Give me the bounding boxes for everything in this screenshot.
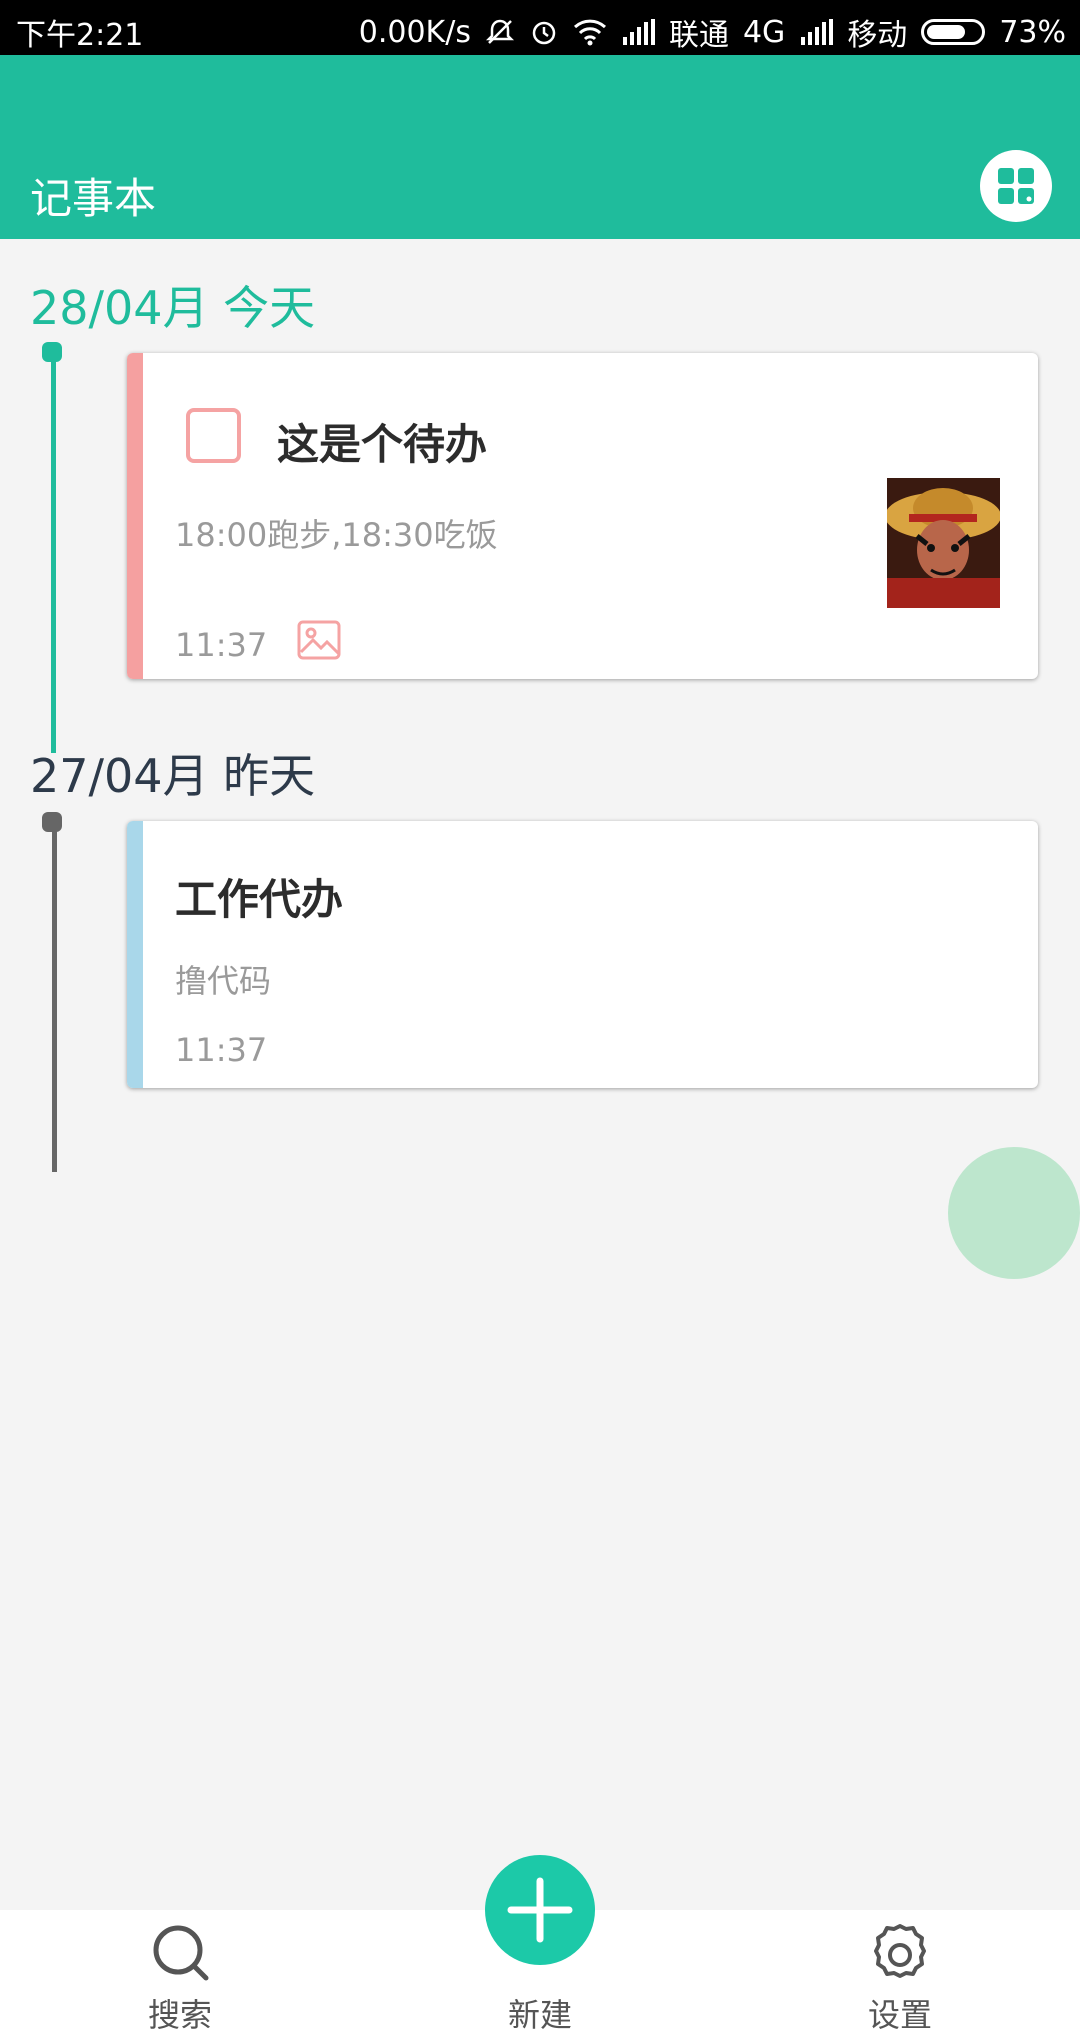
note-time: 11:37	[175, 1031, 268, 1069]
signal-icon	[621, 19, 655, 45]
timeline-line-yesterday	[52, 820, 57, 1172]
alarm-icon	[529, 17, 559, 47]
carrier-1: 联通	[668, 18, 729, 53]
search-icon	[148, 1920, 212, 1988]
status-right: 0.00K/s 联通 4G 移动 73%	[359, 10, 1066, 54]
app-title: 记事本	[30, 174, 157, 223]
note-content: 撸代码	[175, 962, 272, 1000]
gear-icon	[865, 1920, 935, 1994]
note-title: 工作代办	[175, 875, 344, 924]
note-time: 11:37	[175, 626, 268, 664]
wifi-icon	[573, 18, 607, 46]
signal-icon-2	[799, 19, 834, 45]
note-content: 18:00跑步,18:30吃饭	[175, 516, 498, 554]
nav-settings[interactable]: 设置	[820, 1910, 980, 2040]
nav-search[interactable]: 搜索	[100, 1910, 260, 2040]
image-attachment-icon	[297, 618, 341, 666]
timeline-line-today	[51, 355, 56, 753]
carrier-2: 移动	[847, 18, 908, 53]
todo-checkbox[interactable]	[186, 408, 241, 463]
note-title: 这是个待办	[277, 420, 488, 469]
floating-bubble[interactable]	[948, 1147, 1080, 1279]
note-card[interactable]: 工作代办 撸代码 11:37	[127, 821, 1038, 1088]
note-card[interactable]: 这是个待办 18:00跑步,18:30吃饭 11:37	[127, 353, 1038, 679]
status-time: 下午2:21	[16, 18, 144, 53]
card-color-stripe	[127, 821, 143, 1088]
grid-icon	[998, 168, 1034, 204]
card-color-stripe	[127, 353, 143, 679]
date-header-yesterday: 27/04月 昨天	[30, 749, 316, 803]
nav-search-label: 搜索	[147, 1996, 212, 2034]
plus-icon	[507, 1877, 573, 1943]
battery-icon	[921, 19, 986, 45]
nav-new-label: 新建	[507, 1996, 572, 2034]
battery-percent: 73%	[999, 14, 1066, 50]
add-note-button[interactable]	[485, 1855, 595, 1965]
timeline-dot-today	[42, 342, 62, 362]
app-bar: 记事本	[0, 55, 1080, 239]
network-speed: 0.00K/s	[358, 14, 471, 50]
network-type: 4G	[742, 14, 786, 50]
status-bar: 下午2:21 0.00K/s 联通 4G 移动 73%	[0, 0, 1080, 55]
mute-icon	[485, 17, 515, 47]
layout-toggle-button[interactable]	[980, 150, 1052, 222]
timeline-dot-yesterday	[42, 812, 62, 832]
nav-settings-label: 设置	[867, 1996, 932, 2034]
note-thumbnail[interactable]	[887, 478, 1000, 608]
date-header-today: 28/04月 今天	[30, 281, 316, 335]
